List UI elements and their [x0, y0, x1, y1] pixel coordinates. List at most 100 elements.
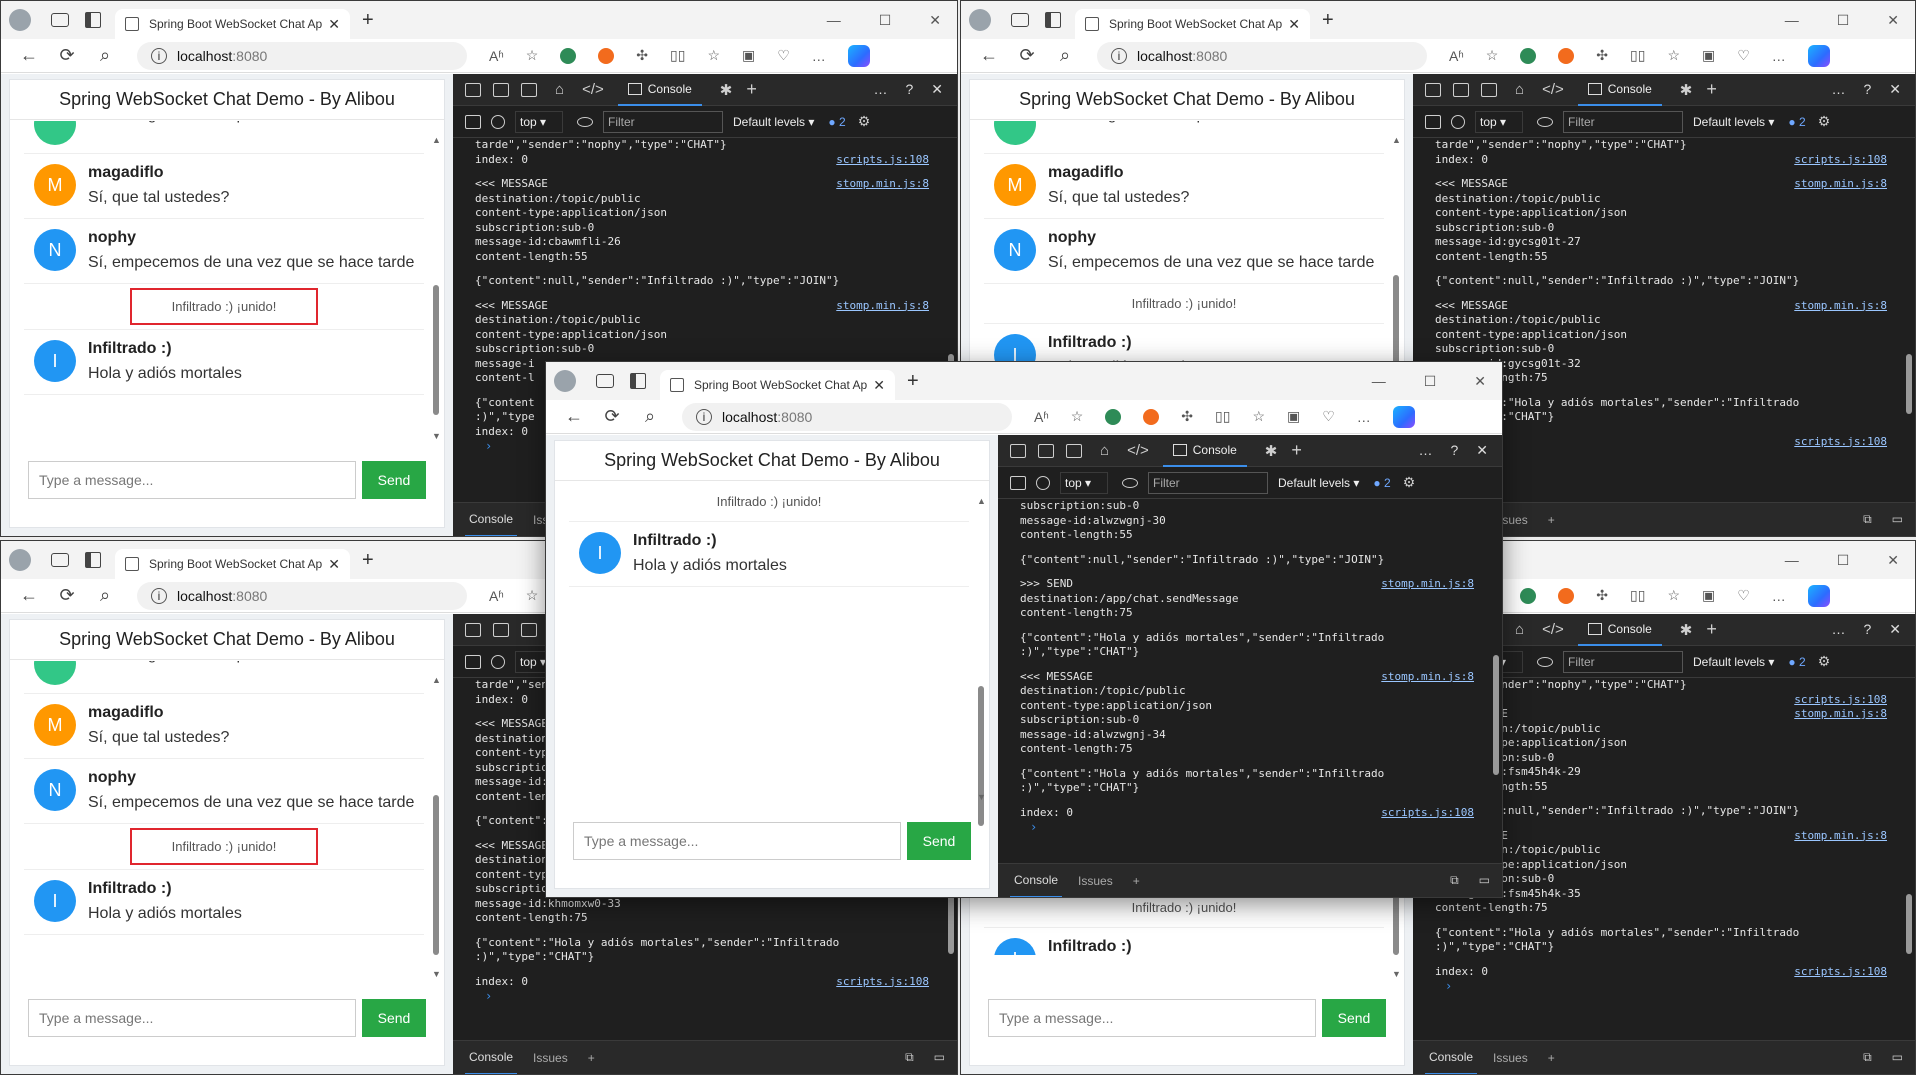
default-levels-select[interactable]: Default levels ▾	[1693, 655, 1774, 669]
search-icon[interactable]: ⌕	[1055, 45, 1075, 66]
browser-tab[interactable]: Spring Boot WebSocket Chat Ap ✕	[115, 9, 350, 39]
console-prompt-icon[interactable]: ›	[475, 989, 929, 1003]
context-select[interactable]: top ▾	[1060, 471, 1108, 494]
more-tools-plus-icon[interactable]: +	[1706, 79, 1717, 100]
sidebar-toggle-icon[interactable]	[1425, 114, 1441, 129]
dock-icon[interactable]	[521, 82, 537, 97]
new-tab-icon[interactable]: +	[362, 549, 374, 572]
scroll-down-icon[interactable]: ▼	[977, 792, 986, 802]
console-scrollbar[interactable]	[1905, 684, 1913, 1034]
scroll-up-icon[interactable]: ▲	[977, 496, 986, 506]
refresh-icon[interactable]: ⟳	[57, 45, 77, 66]
device-emulation-icon[interactable]	[1453, 82, 1469, 97]
tab-console[interactable]: Console	[1577, 614, 1662, 646]
help-icon[interactable]: ?	[1450, 442, 1458, 459]
close-window-icon[interactable]: ✕	[1474, 373, 1486, 390]
close-window-icon[interactable]: ✕	[929, 12, 941, 29]
new-tab-icon[interactable]: +	[907, 370, 919, 393]
elements-icon[interactable]: </>	[1127, 442, 1149, 459]
tab-console[interactable]: Console	[617, 74, 702, 106]
close-drawer-icon[interactable]: ▭	[934, 1050, 945, 1065]
vertical-tabs-icon[interactable]	[1045, 12, 1061, 28]
console-source-link[interactable]: stomp.min.js:8	[1381, 670, 1474, 685]
favorite-star-icon[interactable]: ☆	[526, 47, 539, 64]
close-window-icon[interactable]: ✕	[1887, 12, 1899, 29]
read-aloud-icon[interactable]: Aʱ	[489, 48, 504, 64]
debugger-bug-icon[interactable]: ✱	[720, 81, 733, 99]
dock-drawer-icon[interactable]: ⧉	[1863, 512, 1872, 527]
live-expression-eye-icon[interactable]	[1537, 116, 1553, 127]
workspaces-icon[interactable]	[1011, 13, 1029, 27]
console-source-link[interactable]: stomp.min.js:8	[1381, 577, 1474, 592]
inspect-element-icon[interactable]	[465, 622, 481, 637]
issues-count-badge[interactable]: ● 2	[1788, 655, 1805, 669]
default-levels-select[interactable]: Default levels ▾	[1693, 115, 1774, 129]
extensions-puzzle-icon[interactable]: ✣	[1596, 587, 1608, 604]
debugger-bug-icon[interactable]: ✱	[1680, 621, 1693, 639]
console-output[interactable]: subscription:sub-0 message-id:alwzwgnj-30…	[998, 499, 1502, 863]
maximize-icon[interactable]: ☐	[1837, 552, 1850, 569]
console-source-link[interactable]: scripts.js:108	[1794, 965, 1887, 980]
console-scrollbar[interactable]	[1492, 505, 1500, 857]
vertical-tabs-icon[interactable]	[630, 373, 646, 389]
console-scrollbar[interactable]	[1905, 144, 1913, 496]
live-expression-eye-icon[interactable]	[1122, 477, 1138, 488]
dock-drawer-icon[interactable]: ⧉	[1450, 873, 1459, 888]
elements-icon[interactable]: </>	[1542, 621, 1564, 638]
elements-icon[interactable]: </>	[1542, 81, 1564, 98]
drawer-add-tab-icon[interactable]: +	[584, 1041, 599, 1075]
filter-input[interactable]: Filter	[1563, 650, 1683, 673]
copilot-icon[interactable]	[1807, 584, 1830, 607]
address-field[interactable]: i localhost:8080	[682, 402, 1012, 431]
site-info-icon[interactable]: i	[1111, 47, 1127, 64]
clear-console-icon[interactable]	[1036, 475, 1050, 490]
console-settings-gear-icon[interactable]: ⚙	[858, 113, 871, 130]
devtools-more-icon[interactable]: …	[1831, 621, 1845, 638]
collections-icon[interactable]: ▣	[1287, 408, 1300, 425]
message-input[interactable]	[28, 461, 356, 499]
workspaces-icon[interactable]	[51, 13, 69, 27]
extensions-puzzle-icon[interactable]: ✣	[1596, 47, 1608, 64]
filter-input[interactable]: Filter	[1148, 471, 1268, 494]
message-input[interactable]	[988, 999, 1316, 1037]
split-screen-icon[interactable]: ▯▯	[1630, 587, 1645, 604]
debugger-bug-icon[interactable]: ✱	[1265, 442, 1278, 460]
scroll-down-icon[interactable]: ▼	[1392, 969, 1401, 979]
message-input[interactable]	[573, 822, 901, 860]
split-screen-icon[interactable]: ▯▯	[670, 47, 685, 64]
tab-console[interactable]: Console	[1162, 435, 1247, 467]
profile-avatar[interactable]	[554, 370, 576, 392]
issues-count-badge[interactable]: ● 2	[1373, 476, 1390, 490]
message-list[interactable]: Hola magadiflo, listo para comenzar? Mmag…	[24, 121, 424, 395]
dock-drawer-icon[interactable]: ⧉	[905, 1050, 914, 1065]
elements-icon[interactable]: </>	[582, 81, 604, 98]
console-scroll-thumb[interactable]	[948, 894, 954, 954]
clear-console-icon[interactable]	[1451, 114, 1465, 129]
drawer-add-tab-icon[interactable]: +	[1544, 1041, 1559, 1075]
address-field[interactable]: i localhost:8080	[137, 41, 467, 70]
filter-input[interactable]: Filter	[603, 110, 723, 133]
more-tools-plus-icon[interactable]: +	[1291, 440, 1302, 461]
favorites-icon[interactable]: ☆	[1667, 47, 1680, 64]
site-info-icon[interactable]: i	[151, 587, 167, 604]
close-drawer-icon[interactable]: ▭	[1479, 873, 1490, 888]
chat-scrollbar[interactable]: ▲ ▼	[432, 675, 441, 979]
scroll-thumb[interactable]	[433, 795, 439, 955]
copilot-icon[interactable]	[847, 44, 870, 67]
dock-icon[interactable]	[1481, 82, 1497, 97]
welcome-home-icon[interactable]: ⌂	[1515, 621, 1524, 638]
welcome-home-icon[interactable]: ⌂	[1100, 442, 1109, 459]
copilot-icon[interactable]	[1807, 44, 1830, 67]
extension-icon[interactable]	[598, 47, 615, 64]
scroll-thumb[interactable]	[433, 285, 439, 415]
debugger-bug-icon[interactable]: ✱	[1680, 81, 1693, 99]
collections-icon[interactable]: ▣	[1702, 47, 1715, 64]
more-menu-icon[interactable]: …	[1772, 588, 1786, 604]
console-source-link[interactable]: stomp.min.js:8	[836, 299, 929, 314]
favorites-icon[interactable]: ☆	[1252, 408, 1265, 425]
drawer-tab-console[interactable]: Console	[1010, 864, 1063, 897]
workspaces-icon[interactable]	[596, 374, 614, 388]
context-select[interactable]: top ▾	[1475, 110, 1523, 133]
favorites-icon[interactable]: ☆	[1667, 587, 1680, 604]
minimize-icon[interactable]: —	[1785, 552, 1799, 569]
